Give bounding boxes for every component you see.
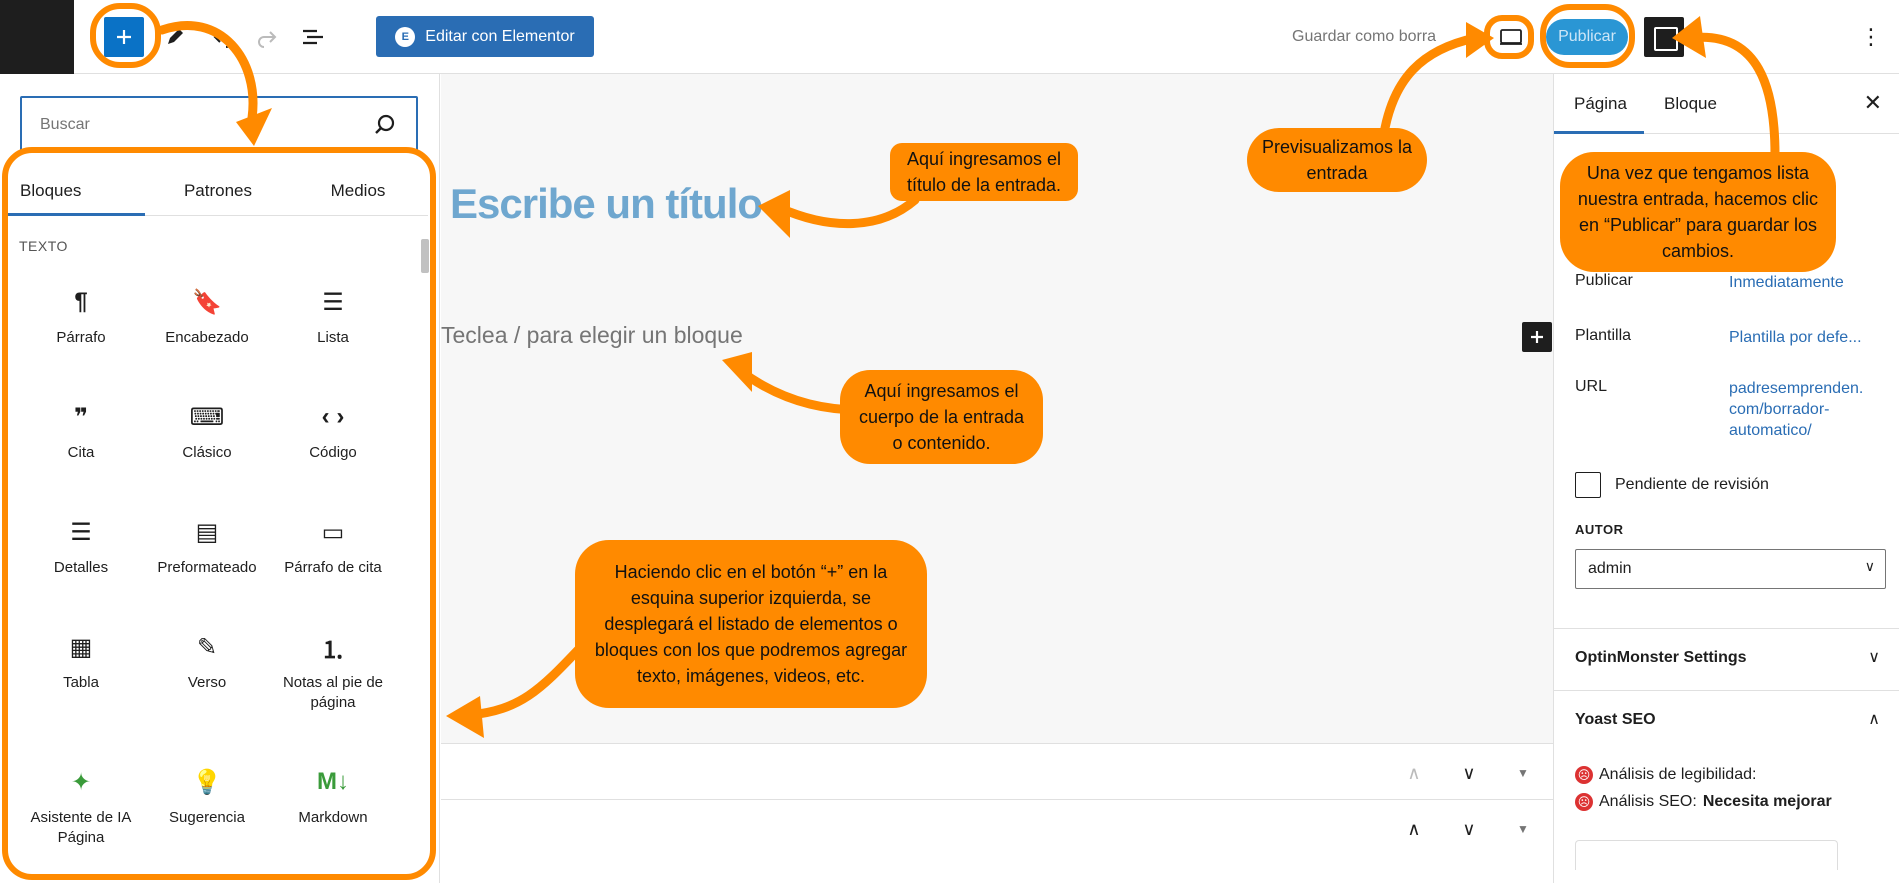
sad-face-icon: ☹ — [1575, 766, 1593, 784]
seo-analysis-label: Análisis SEO: — [1599, 793, 1697, 810]
search-icon — [375, 114, 395, 134]
url-line: padresemprenden. — [1729, 380, 1864, 397]
meta-box-row: ∧ ∨ ▼ — [441, 799, 1553, 853]
body-callout: Aquí ingresamos el cuerpo de la entrada … — [840, 370, 1043, 464]
pencil-icon — [168, 29, 183, 44]
chevron-up-icon: ∧ — [1868, 711, 1880, 728]
chevron-down-icon: ∨ — [1864, 558, 1875, 574]
chevron-down-icon[interactable]: ∨ — [1454, 758, 1484, 788]
undo-button[interactable] — [206, 20, 240, 54]
optinmonster-title: OptinMonster Settings — [1575, 649, 1747, 666]
readability-label: Análisis de legibilidad: — [1599, 766, 1757, 783]
sad-face-icon: ☹ — [1575, 793, 1593, 811]
edit-with-elementor-button[interactable]: E Editar con Elementor — [376, 16, 594, 57]
meta-box-row: ∧ ∨ ▼ — [441, 743, 1553, 799]
title-callout: Aquí ingresamos el título de la entrada. — [890, 143, 1078, 201]
editor-screen: E Editar con Elementor Guardar como borr… — [0, 0, 1899, 883]
template-link[interactable]: Plantilla por defe... — [1729, 327, 1879, 348]
redo-button[interactable] — [250, 20, 284, 54]
author-select[interactable]: admin ∨ — [1575, 549, 1886, 589]
inserter-callout: Haciendo clic en el botón “+” en la esqu… — [575, 540, 927, 708]
chevron-up-icon[interactable]: ∧ — [1399, 758, 1429, 788]
seo-analysis: ☹ Análisis SEO: Necesita mejorar — [1575, 793, 1832, 811]
block-search-input[interactable] — [40, 112, 340, 138]
template-row-label: Plantilla — [1575, 327, 1632, 344]
sidebar-tabs: Página Bloque ✕ — [1554, 74, 1899, 134]
preview-callout: Previsualizamos la entrada — [1247, 128, 1427, 192]
publish-date-link[interactable]: Inmediatamente — [1729, 272, 1879, 293]
publish-row-label: Publicar — [1575, 272, 1633, 289]
elementor-icon: E — [395, 26, 416, 47]
pending-review-label: Pendiente de revisión — [1615, 476, 1769, 493]
pending-review-checkbox[interactable] — [1575, 472, 1601, 498]
plus-icon — [1531, 331, 1543, 343]
save-draft-button[interactable]: Guardar como borra — [1292, 28, 1436, 46]
url-line: automatico/ — [1729, 422, 1812, 439]
chevron-down-icon: ∨ — [1868, 649, 1880, 666]
author-label: AUTOR — [1575, 522, 1624, 537]
more-options-icon[interactable]: ⋮ — [1860, 22, 1882, 52]
caret-down-icon[interactable]: ▼ — [1508, 758, 1538, 788]
inserter-highlight — [2, 147, 436, 880]
chevron-down-icon[interactable]: ∨ — [1454, 814, 1484, 844]
readability-analysis: ☹ Análisis de legibilidad: — [1575, 766, 1756, 784]
url-line: com/borrador- — [1729, 401, 1830, 418]
pencil-tool-button[interactable] — [158, 20, 192, 54]
wordpress-logo[interactable] — [0, 0, 74, 74]
settings-toggle-button[interactable] — [1644, 17, 1684, 57]
chevron-up-icon[interactable]: ∧ — [1399, 814, 1429, 844]
close-icon[interactable]: ✕ — [1864, 90, 1882, 116]
optinmonster-panel[interactable]: OptinMonster Settings ∨ — [1554, 628, 1899, 688]
publish-callout: Una vez que tengamos lista nuestra entra… — [1560, 152, 1836, 272]
block-search-field[interactable] — [20, 96, 418, 152]
caret-down-icon[interactable]: ▼ — [1508, 814, 1538, 844]
url-link[interactable]: padresemprenden. com/borrador- automatic… — [1729, 378, 1879, 441]
elementor-label: Editar con Elementor — [425, 27, 575, 45]
yoast-seo-title: Yoast SEO — [1575, 711, 1656, 728]
add-button-highlight — [90, 3, 161, 68]
undo-icon — [213, 31, 232, 48]
publish-highlight — [1540, 4, 1635, 68]
list-view-icon — [303, 29, 323, 45]
redo-icon — [258, 31, 277, 48]
post-body-placeholder[interactable]: Teclea / para elegir un bloque — [441, 322, 743, 349]
yoast-seo-panel[interactable]: Yoast SEO ∧ — [1554, 690, 1899, 750]
post-title-placeholder[interactable]: Escribe un título — [450, 180, 763, 228]
preview-highlight — [1484, 15, 1534, 59]
tab-bloque[interactable]: Bloque — [1664, 94, 1717, 114]
seo-button[interactable] — [1575, 840, 1838, 870]
tab-pagina[interactable]: Página — [1554, 94, 1644, 134]
seo-status: Necesita mejorar — [1702, 793, 1832, 810]
inline-add-block-button[interactable] — [1522, 322, 1552, 352]
url-row-label: URL — [1575, 378, 1608, 395]
author-value: admin — [1588, 560, 1632, 577]
document-overview-button[interactable] — [296, 20, 330, 54]
